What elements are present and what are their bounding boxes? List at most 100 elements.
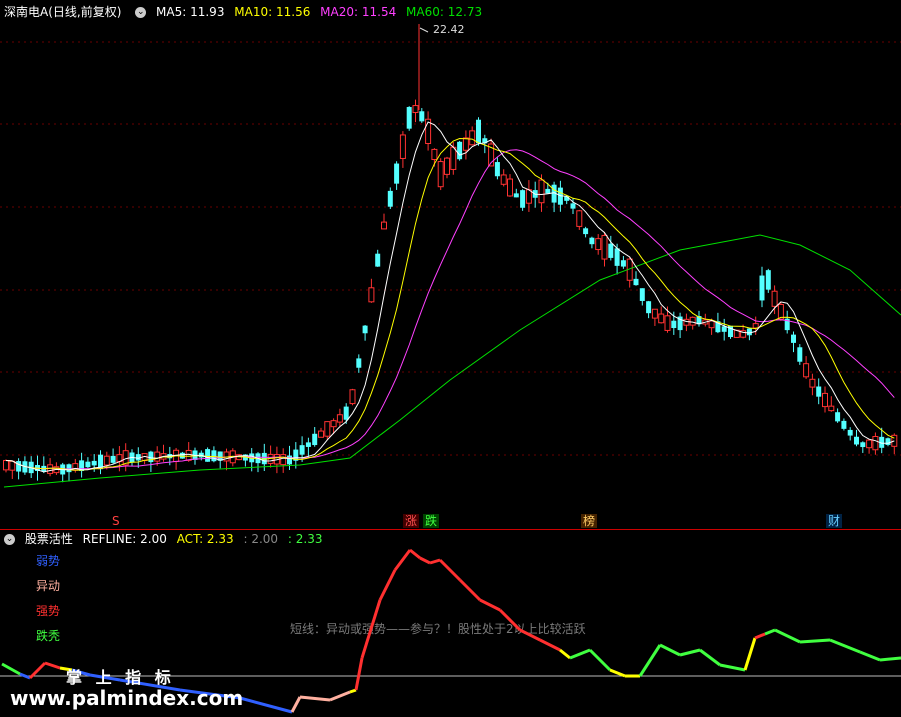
candle-body xyxy=(759,275,765,301)
candle-body xyxy=(211,450,217,462)
candle-body xyxy=(721,326,727,332)
candle-body xyxy=(841,420,847,429)
candle-body xyxy=(419,111,425,122)
candle-body xyxy=(85,461,91,468)
watermark: 掌 上 指 标 www.palmindex.com xyxy=(10,664,243,710)
candle-body xyxy=(513,193,519,198)
candle-body xyxy=(336,414,343,423)
candlestick-chart[interactable]: 22.42 xyxy=(0,0,901,530)
activity-segment xyxy=(609,668,626,678)
candle-body xyxy=(658,313,665,324)
candle-body xyxy=(816,386,822,397)
candle-body xyxy=(797,347,803,362)
activity-segment xyxy=(719,663,746,672)
candle-body xyxy=(318,430,324,438)
candle-body xyxy=(305,442,311,447)
activity-segment xyxy=(429,558,441,565)
activity-segment xyxy=(349,688,357,694)
candle-body xyxy=(771,290,778,307)
activity-segment xyxy=(754,632,766,640)
activity-segment xyxy=(393,549,412,571)
candle-body xyxy=(412,105,419,114)
activity-segment xyxy=(290,696,302,713)
candle-body xyxy=(66,464,72,473)
activity-segment xyxy=(588,648,612,672)
activity-segment xyxy=(378,569,397,601)
candle-body xyxy=(287,455,292,465)
candle-body xyxy=(457,141,463,160)
candle-body xyxy=(671,320,677,329)
peak-price-label: 22.42 xyxy=(433,23,465,36)
candle-body xyxy=(689,316,696,326)
activity-segment xyxy=(360,599,382,659)
candle-body xyxy=(589,237,595,245)
activity-segment xyxy=(569,648,591,660)
activity-segment xyxy=(679,648,701,657)
candle-body xyxy=(444,157,450,175)
candle-body xyxy=(525,189,532,204)
candle-body xyxy=(375,253,381,267)
peak-pointer xyxy=(419,27,429,33)
candle-body xyxy=(664,315,671,331)
candle-body xyxy=(803,363,810,378)
watermark-url: www.palmindex.com xyxy=(10,686,244,710)
activity-segment xyxy=(299,695,331,702)
candle-body xyxy=(330,420,337,428)
candle-body xyxy=(746,328,752,336)
activity-segment xyxy=(859,650,881,662)
activity-segment xyxy=(659,643,681,657)
marker-s[interactable]: S xyxy=(110,514,122,528)
activity-segment xyxy=(829,638,861,654)
activity-segment xyxy=(329,690,351,702)
activity-segment xyxy=(409,548,421,560)
candle-body xyxy=(639,288,645,301)
candle-body xyxy=(462,137,469,151)
activity-segment xyxy=(438,558,462,582)
candle-body xyxy=(324,421,331,437)
candle-body xyxy=(349,389,356,405)
activity-segment xyxy=(774,628,801,644)
candle-body xyxy=(708,320,715,329)
activity-segment xyxy=(479,598,501,612)
marker-die[interactable]: 跌 xyxy=(423,514,440,528)
candle-body xyxy=(835,412,841,422)
activity-segment xyxy=(799,638,831,644)
marker-zhang[interactable]: 涨 xyxy=(403,514,420,528)
candle-body xyxy=(469,130,476,146)
candle-body xyxy=(3,459,9,471)
candle-body xyxy=(854,436,859,445)
candle-body xyxy=(866,439,873,449)
candle-body xyxy=(538,179,545,204)
candle-body xyxy=(47,464,54,474)
candle-body xyxy=(362,325,368,334)
candle-body xyxy=(860,442,866,448)
candle-body xyxy=(809,378,816,388)
candle-body xyxy=(872,436,879,451)
candle-body xyxy=(595,238,602,251)
candle-body xyxy=(633,278,639,286)
candle-body xyxy=(583,228,589,235)
candle-body xyxy=(885,438,891,445)
candle-body xyxy=(646,301,652,314)
activity-segment xyxy=(498,608,522,632)
candle-body xyxy=(387,190,393,207)
marker-cai[interactable]: 财 xyxy=(826,514,843,528)
activity-segment xyxy=(539,638,561,652)
activity-segment xyxy=(458,578,482,602)
marker-bang[interactable]: 榜 xyxy=(581,514,598,528)
candle-body xyxy=(683,318,690,326)
activity-segment xyxy=(559,648,571,660)
candle-body xyxy=(154,451,161,462)
candle-body xyxy=(16,461,22,472)
activity-segment xyxy=(519,628,541,642)
candle-body xyxy=(368,287,375,303)
ma20-line xyxy=(5,149,895,470)
candle-body xyxy=(394,163,400,184)
candles xyxy=(3,24,898,483)
activity-segment xyxy=(638,644,662,677)
candle-body xyxy=(381,221,387,230)
candle-body xyxy=(608,243,614,258)
candle-body xyxy=(205,449,211,462)
candle-body xyxy=(431,148,438,161)
candle-body xyxy=(406,107,412,129)
